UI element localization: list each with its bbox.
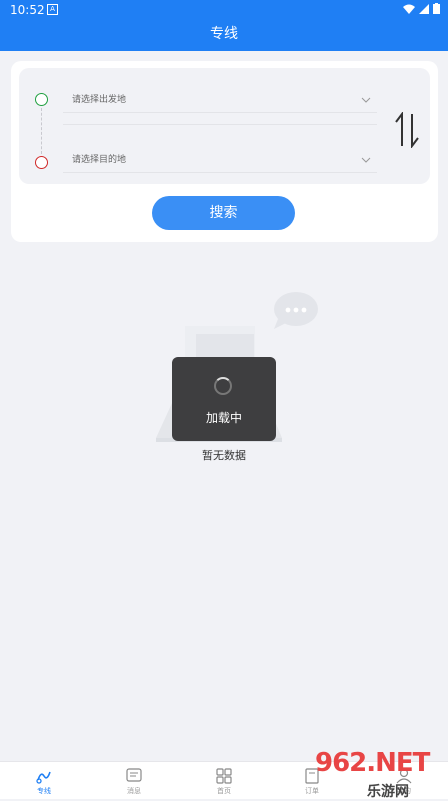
origin-dot-icon [35,93,48,106]
loading-spinner-icon [214,377,232,395]
destination-placeholder: 请选择目的地 [72,155,127,165]
empty-state-text: 暂无数据 [202,449,246,462]
wifi-icon [403,4,415,14]
tab-home-label: 首页 [217,787,231,795]
origin-placeholder: 请选择出发地 [72,95,127,105]
swap-icon[interactable] [393,112,421,148]
origin-select[interactable]: 请选择出发地 [63,88,377,113]
destination-select[interactable]: 请选择目的地 [63,148,377,173]
chevron-down-icon [361,88,371,122]
message-icon [126,768,142,782]
system-icons [403,3,440,14]
notification-icon: A [47,4,58,15]
tab-messages[interactable]: 消息 [102,762,166,799]
watermark-logo: 962.NET 乐游网 [307,748,445,800]
status-time: 10:52 [10,3,45,17]
route-input-panel: 请选择出发地 请选择目的地 [19,68,430,184]
page-title: 专线 [210,26,238,42]
tab-route[interactable]: 专线 [12,762,76,799]
chat-bubble-icon [274,292,318,329]
watermark-line1: 962.NET [315,748,430,778]
grid-icon [216,768,232,784]
search-button[interactable]: 搜索 [152,196,295,230]
app-bar: 专线 [0,20,448,51]
tab-home[interactable]: 首页 [192,762,256,799]
route-connector-line [41,108,42,154]
route-icon [36,771,51,784]
loading-toast: 加载中 [172,357,276,441]
signal-icon [419,3,429,14]
loading-label: 加载中 [205,411,242,425]
chevron-down-icon [361,148,371,182]
status-bar: 10:52 A [0,0,448,20]
destination-dot-icon [35,156,48,169]
route-search-card: 请选择出发地 请选择目的地 搜索 [11,61,438,242]
tab-route-label: 专线 [37,787,51,795]
watermark-line2: 乐游网 [367,784,409,800]
tab-messages-label: 消息 [127,787,141,795]
divider [63,124,377,125]
battery-icon [433,3,440,14]
